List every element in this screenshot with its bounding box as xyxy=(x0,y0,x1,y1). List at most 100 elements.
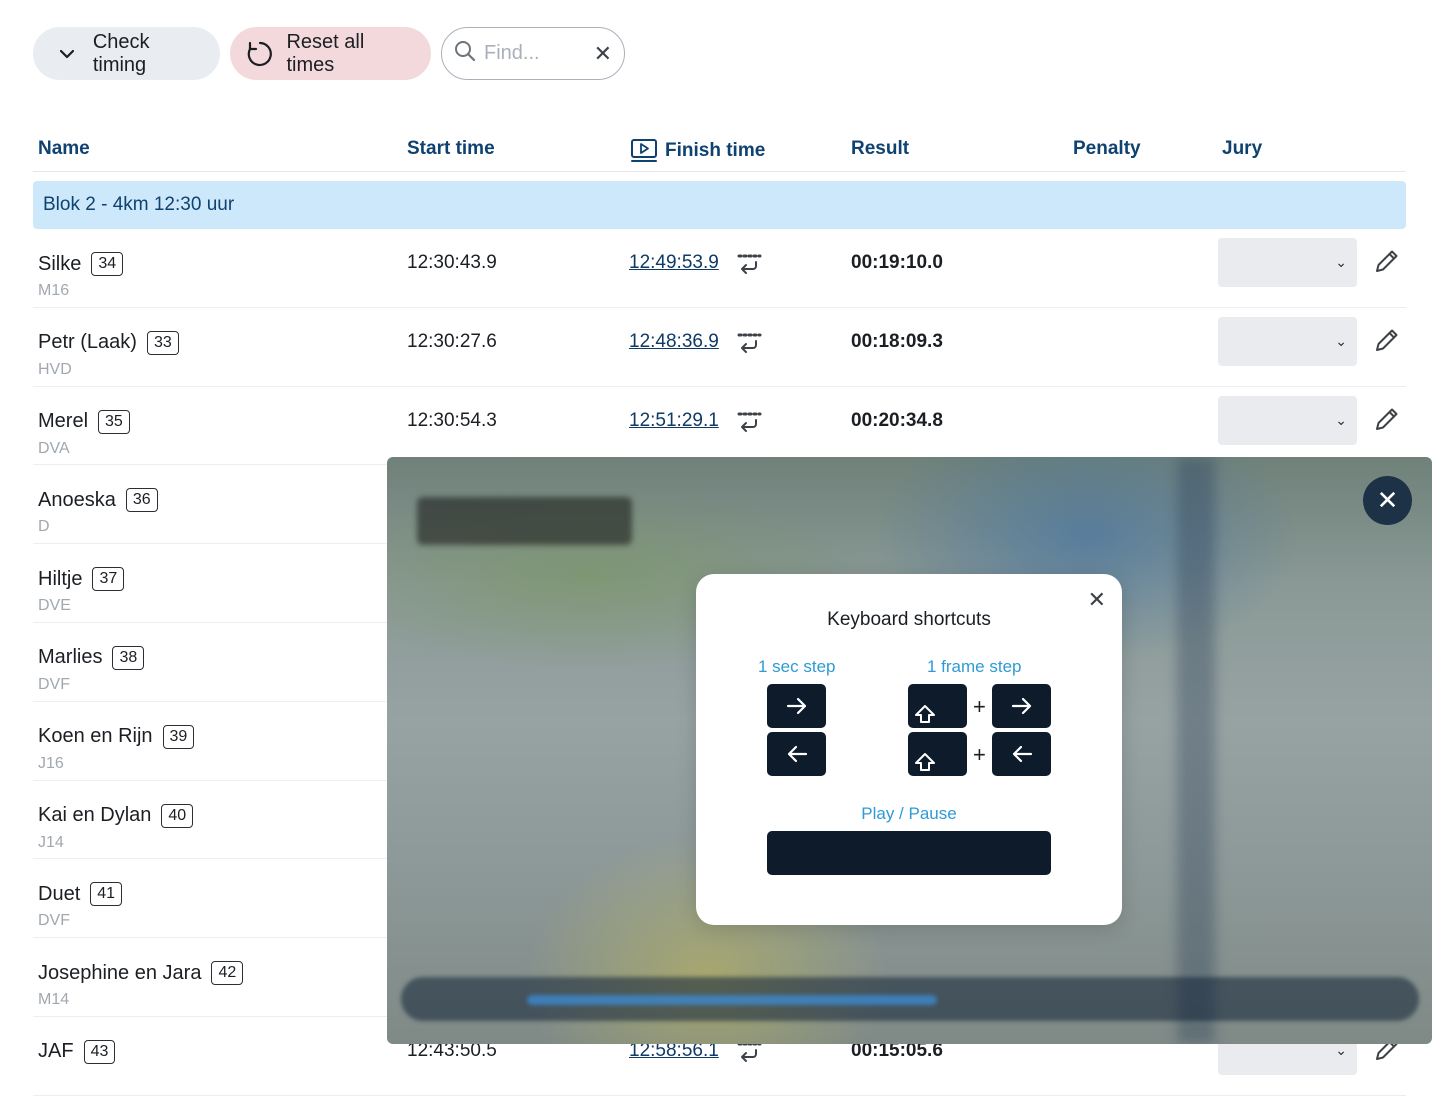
athlete-name-cell: Josephine en Jara 42 xyxy=(38,961,244,986)
column-header-jury[interactable]: Jury xyxy=(1222,138,1262,160)
bib-number-badge: 42 xyxy=(211,961,244,986)
arrow-left-key xyxy=(992,732,1051,776)
bib-number-badge: 36 xyxy=(125,488,158,513)
chevron-down-icon: ⌄ xyxy=(1335,254,1347,270)
arrow-right-key xyxy=(767,684,826,728)
arrow-left-key xyxy=(767,732,826,776)
reset-all-times-label: Reset all times xyxy=(286,30,365,76)
video-blur-shape xyxy=(1177,457,1215,1044)
frame-step-label: 1 frame step xyxy=(927,657,1022,676)
athlete-club: DVF xyxy=(38,675,70,693)
athlete-name-cell: Merel 35 xyxy=(38,409,130,434)
bib-number-badge: 41 xyxy=(90,882,123,907)
athlete-name: Silke xyxy=(38,252,82,275)
athlete-name-cell: Hiltje 37 xyxy=(38,567,125,592)
plus-sign: + xyxy=(973,742,986,767)
video-play-icon[interactable] xyxy=(630,138,658,164)
shift-icon xyxy=(915,753,935,771)
athlete-name-cell: Silke 34 xyxy=(38,252,124,276)
close-video-button[interactable]: ✕ xyxy=(1363,476,1412,525)
athlete-club: M16 xyxy=(38,282,70,299)
search-field[interactable]: Find... ✕ xyxy=(441,27,625,80)
table-row[interactable]: Silke 34 M16 12:30:43.9 12:49:53.9 00:19:10.0… xyxy=(33,229,1406,308)
video-timestamp-overlay xyxy=(417,497,632,545)
pencil-icon[interactable] xyxy=(1373,405,1401,433)
bib-number-badge: 43 xyxy=(83,1039,116,1064)
athlete-club: HVD xyxy=(38,360,72,378)
bib-number-badge: 33 xyxy=(146,330,179,355)
bib-number-badge: 35 xyxy=(98,409,130,434)
column-header-result[interactable]: Result xyxy=(851,138,909,160)
athlete-name: Merel xyxy=(38,410,89,433)
athlete-name: Josephine en Jara xyxy=(38,961,202,984)
athlete-name: Hiltje xyxy=(38,567,83,590)
result-cell: 00:20:34.8 xyxy=(851,409,943,431)
column-header-penalty[interactable]: Penalty xyxy=(1073,138,1141,160)
play-pause-label: Play / Pause xyxy=(861,804,957,823)
clear-search-icon[interactable]: ✕ xyxy=(594,41,612,67)
column-header-start-time[interactable]: Start time xyxy=(407,138,495,160)
check-timing-button[interactable]: Check timing xyxy=(33,27,220,80)
athlete-name: JAF xyxy=(38,1040,74,1063)
athlete-club: M14 xyxy=(38,991,70,1009)
swap-icon[interactable] xyxy=(736,252,762,278)
dialog-title: Keyboard shortcuts xyxy=(827,609,991,630)
swap-icon[interactable] xyxy=(736,331,762,357)
bib-number-badge: 34 xyxy=(91,252,124,276)
check-timing-label: Check timing xyxy=(92,30,150,76)
video-progress-fill xyxy=(527,995,937,1005)
arrow-right-icon xyxy=(786,697,806,715)
jury-select[interactable]: ⌄ xyxy=(1218,316,1357,366)
athlete-name: Anoeska xyxy=(38,488,116,511)
pencil-icon[interactable] xyxy=(1373,326,1401,354)
reset-all-times-button[interactable]: Reset all times xyxy=(230,27,431,80)
athlete-name: Petr (Laak) xyxy=(38,331,137,354)
jury-select[interactable]: ⌄ xyxy=(1218,238,1357,287)
jury-select[interactable]: ⌄ xyxy=(1218,395,1357,445)
athlete-name: Kai en Dylan xyxy=(38,804,152,827)
athlete-club: DVA xyxy=(38,439,70,457)
start-time-cell: 12:30:27.6 xyxy=(407,330,497,352)
shift-key xyxy=(908,732,967,776)
finish-time-link[interactable]: 12:51:29.1 xyxy=(629,410,719,432)
arrow-right-icon xyxy=(1011,697,1031,715)
swap-icon[interactable] xyxy=(736,410,762,436)
start-time-cell: 12:30:54.3 xyxy=(407,409,497,431)
athlete-name-cell: Duet 41 xyxy=(38,882,123,907)
search-icon xyxy=(454,40,476,67)
athlete-name-cell: JAF 43 xyxy=(38,1039,116,1064)
finish-time-link[interactable]: 12:49:53.9 xyxy=(629,252,719,274)
athlete-club: J14 xyxy=(38,833,64,851)
bib-number-badge: 40 xyxy=(161,803,194,828)
athlete-club: DVF xyxy=(38,912,70,930)
athlete-name: Duet xyxy=(38,882,81,905)
pencil-icon[interactable] xyxy=(1373,247,1401,275)
athlete-name-cell: Anoeska 36 xyxy=(38,488,158,513)
finish-time-link[interactable]: 12:48:36.9 xyxy=(629,331,719,353)
group-row: Blok 2 - 4km 12:30 uur xyxy=(33,181,1406,229)
table-header: Name Start time Finish time Result Penal… xyxy=(33,128,1406,172)
shift-icon xyxy=(915,705,935,723)
athlete-name: Koen en Rijn xyxy=(38,725,153,748)
column-header-finish-time[interactable]: Finish time xyxy=(630,138,765,164)
finish-time-header-label: Finish time xyxy=(665,140,766,161)
search-input[interactable]: Find... xyxy=(484,42,594,65)
athlete-name-cell: Kai en Dylan 40 xyxy=(38,803,194,828)
column-header-name[interactable]: Name xyxy=(38,138,90,160)
athlete-name-cell: Koen en Rijn 39 xyxy=(38,724,195,749)
bib-number-badge: 38 xyxy=(112,645,145,670)
sec-step-label: 1 sec step xyxy=(758,657,836,676)
result-cell: 00:19:10.0 xyxy=(851,252,943,273)
arrow-right-key xyxy=(992,684,1051,728)
chevron-down-icon: ⌄ xyxy=(1335,332,1347,349)
keyboard-shortcuts-dialog: ✕ Keyboard shortcuts 1 sec step 1 frame … xyxy=(696,574,1122,925)
toolbar: Check timing Reset all times Find... ✕ xyxy=(33,27,625,80)
table-row[interactable]: Merel 35 DVA 12:30:54.3 12:51:29.1 00:20:34.8… xyxy=(33,387,1406,466)
bib-number-badge: 39 xyxy=(162,724,195,749)
bib-number-badge: 37 xyxy=(92,567,125,592)
athlete-club: DVE xyxy=(38,597,71,615)
athlete-name-cell: Petr (Laak) 33 xyxy=(38,330,179,355)
arrow-left-icon xyxy=(1012,745,1032,763)
arrow-left-icon xyxy=(787,745,807,763)
table-row[interactable]: Petr (Laak) 33 HVD 12:30:27.6 12:48:36.9 00:1… xyxy=(33,308,1406,387)
